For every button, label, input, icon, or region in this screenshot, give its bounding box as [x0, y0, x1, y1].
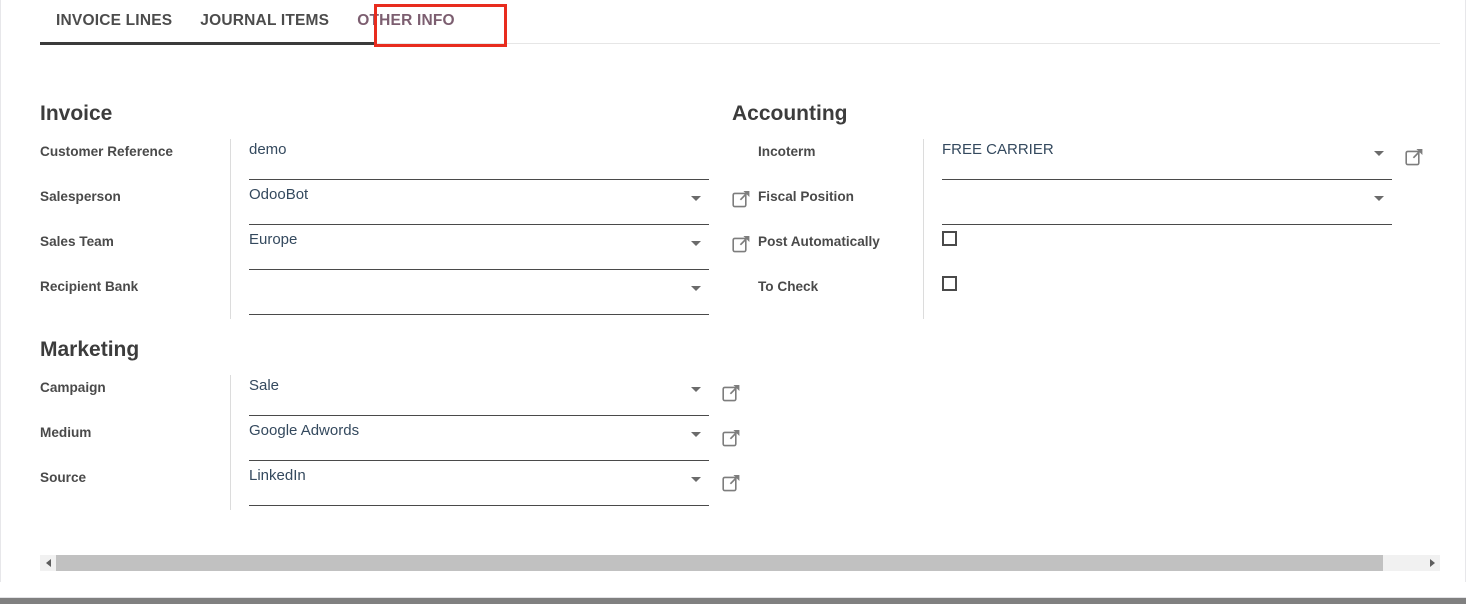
value-source: LinkedIn — [249, 467, 306, 485]
field-row-customer-reference: Customer Reference demo — [40, 139, 709, 185]
group-accounting-divider-4 — [923, 274, 924, 320]
chevron-down-icon[interactable] — [691, 432, 701, 438]
value-customer-reference: demo — [249, 141, 287, 159]
field-row-campaign: Campaign Sale — [40, 375, 762, 421]
tab-other-info[interactable]: OTHER INFO — [343, 0, 469, 40]
tab-journal-items-label: JOURNAL ITEMS — [200, 12, 330, 29]
select-campaign[interactable]: Sale — [249, 375, 709, 417]
group-accounting-divider-2 — [923, 184, 924, 230]
invoice-other-info-screen: INVOICE LINES JOURNAL ITEMS OTHER INFO I… — [0, 0, 1466, 604]
value-salesperson: OdooBot — [249, 186, 309, 204]
field-row-salesperson: Salesperson OdooBot — [40, 184, 709, 230]
label-post-automatically: Post Automatically — [758, 234, 880, 250]
tab-journal-items[interactable]: JOURNAL ITEMS — [186, 0, 343, 40]
chevron-down-icon[interactable] — [691, 196, 701, 202]
field-row-to-check: To Check — [732, 274, 1445, 320]
external-link-icon-source[interactable] — [722, 473, 741, 492]
select-medium[interactable]: Google Adwords — [249, 420, 709, 462]
tabs-active-underline — [40, 42, 376, 45]
field-row-source: Source LinkedIn — [40, 465, 762, 511]
select-incoterm[interactable]: FREE CARRIER — [942, 139, 1392, 181]
notebook-tabs: INVOICE LINES JOURNAL ITEMS OTHER INFO — [40, 0, 1440, 46]
group-accounting-divider — [923, 139, 924, 185]
scroll-left-arrow-icon[interactable] — [40, 555, 56, 571]
group-invoice-divider-2 — [230, 184, 231, 230]
group-marketing-title: Marketing — [40, 338, 140, 361]
external-link-icon-incoterm[interactable] — [1405, 147, 1424, 166]
scrollbar-thumb[interactable] — [56, 555, 1383, 571]
form-sheet: Invoice Customer Reference demo Salesper… — [0, 46, 1466, 582]
tab-other-info-label: OTHER INFO — [357, 12, 455, 29]
label-sales-team: Sales Team — [40, 234, 114, 250]
group-invoice-title: Invoice — [40, 102, 113, 125]
external-link-icon-post-automatically[interactable] — [732, 234, 751, 253]
label-recipient-bank: Recipient Bank — [40, 279, 139, 295]
label-to-check: To Check — [758, 279, 819, 295]
horizontal-scrollbar[interactable] — [40, 555, 1440, 571]
checkbox-post-automatically[interactable] — [942, 231, 957, 247]
group-invoice-divider-3 — [230, 229, 231, 275]
input-customer-reference[interactable]: demo — [249, 139, 709, 181]
label-incoterm: Incoterm — [758, 144, 816, 160]
scrollbar-track[interactable] — [56, 555, 1424, 571]
label-medium: Medium — [40, 425, 92, 441]
tabs-baseline — [376, 43, 1440, 44]
label-fiscal-position: Fiscal Position — [758, 189, 854, 205]
group-accounting-fields: Incoterm FREE CARRIER Fiscal Position Po… — [732, 139, 1445, 320]
chevron-down-icon[interactable] — [691, 477, 701, 483]
group-invoice-fields: Customer Reference demo Salesperson Odoo… — [40, 139, 709, 320]
group-accounting-title: Accounting — [732, 102, 848, 125]
value-sales-team: Europe — [249, 231, 298, 249]
chevron-down-icon[interactable] — [691, 286, 701, 292]
value-campaign: Sale — [249, 377, 280, 395]
group-accounting: Accounting Incoterm FREE CARRIER Fiscal … — [732, 102, 1445, 320]
label-campaign: Campaign — [40, 380, 106, 396]
group-invoice-divider-4 — [230, 274, 231, 320]
scroll-right-arrow-icon[interactable] — [1424, 555, 1440, 571]
group-marketing-divider-2 — [230, 420, 231, 466]
field-row-medium: Medium Google Adwords — [40, 420, 762, 466]
external-link-icon-medium[interactable] — [722, 428, 741, 447]
field-row-sales-team: Sales Team Europe — [40, 229, 709, 275]
value-incoterm: FREE CARRIER — [942, 141, 1054, 159]
label-source: Source — [40, 470, 87, 486]
chevron-down-icon[interactable] — [691, 241, 701, 247]
group-marketing-fields: Campaign Sale Medium Google Adwords Sour… — [40, 375, 762, 511]
label-salesperson: Salesperson — [40, 189, 121, 205]
group-invoice: Invoice Customer Reference demo Salesper… — [40, 102, 709, 320]
field-row-recipient-bank: Recipient Bank — [40, 274, 709, 320]
field-row-fiscal-position: Fiscal Position — [732, 184, 1445, 230]
group-marketing-divider-3 — [230, 465, 231, 511]
group-marketing-divider — [230, 375, 231, 421]
tab-invoice-lines-label: INVOICE LINES — [56, 12, 173, 29]
group-marketing: Marketing Campaign Sale Medium Google Ad… — [40, 338, 762, 511]
select-sales-team[interactable]: Europe — [249, 229, 709, 271]
label-customer-reference: Customer Reference — [40, 144, 173, 160]
field-row-post-automatically: Post Automatically — [732, 229, 1445, 275]
value-medium: Google Adwords — [249, 422, 360, 440]
select-fiscal-position[interactable] — [942, 184, 1392, 226]
icon-slot-incoterm — [732, 139, 758, 184]
group-invoice-divider — [230, 139, 231, 185]
chevron-down-icon[interactable] — [1374, 196, 1384, 202]
checkbox-to-check[interactable] — [942, 276, 957, 292]
select-recipient-bank[interactable] — [249, 274, 709, 316]
field-row-incoterm: Incoterm FREE CARRIER — [732, 139, 1445, 185]
tab-invoice-lines[interactable]: INVOICE LINES — [40, 0, 186, 40]
select-salesperson[interactable]: OdooBot — [249, 184, 709, 226]
select-source[interactable]: LinkedIn — [249, 465, 709, 507]
chevron-down-icon[interactable] — [1374, 151, 1384, 157]
chevron-down-icon[interactable] — [691, 387, 701, 393]
external-link-icon-campaign[interactable] — [722, 383, 741, 402]
bottom-window-bar — [0, 598, 1466, 604]
external-link-icon-fiscal-position[interactable] — [732, 189, 751, 208]
group-accounting-divider-3 — [923, 229, 924, 275]
